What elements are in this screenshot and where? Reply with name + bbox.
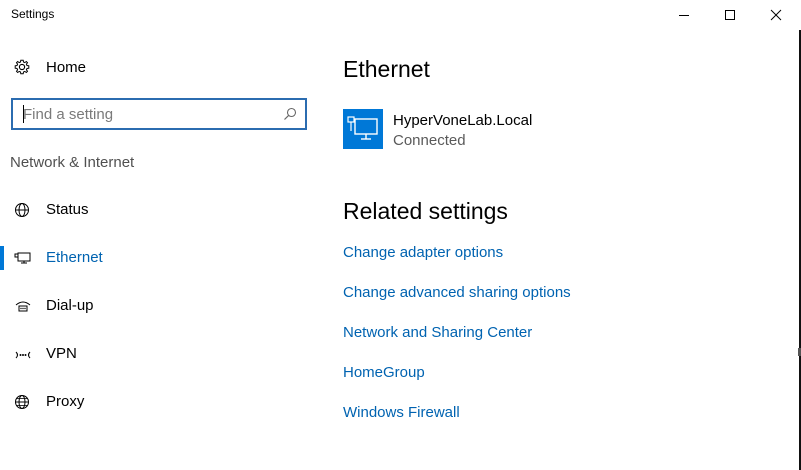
sidebar-item-label: Proxy <box>46 393 85 410</box>
windows-firewall-link[interactable]: Windows Firewall <box>343 404 460 421</box>
sidebar-item-status[interactable]: Status <box>0 190 320 230</box>
search-box[interactable] <box>11 98 307 130</box>
sidebar-item-vpn[interactable]: VPN <box>0 334 320 374</box>
homegroup-link[interactable]: HomeGroup <box>343 364 425 381</box>
globe-status-icon <box>15 203 29 217</box>
connection-tile <box>343 109 383 149</box>
connection-status: Connected <box>393 132 466 149</box>
minimize-icon <box>679 15 689 16</box>
active-indicator <box>0 246 4 270</box>
close-button[interactable] <box>753 0 799 30</box>
close-icon <box>770 9 782 21</box>
sidebar-item-dialup[interactable]: Dial-up <box>0 286 320 326</box>
search-icon[interactable] <box>283 107 297 121</box>
sidebar-item-label: Ethernet <box>46 249 103 266</box>
text-caret <box>23 105 24 123</box>
connection-item[interactable]: HyperVoneLab.Local Connected <box>343 109 763 153</box>
sidebar-item-label: Status <box>46 201 89 218</box>
network-sharing-center-link[interactable]: Network and Sharing Center <box>343 324 532 341</box>
sidebar-item-label: Dial-up <box>46 297 94 314</box>
connection-name: HyperVoneLab.Local <box>393 112 533 129</box>
vpn-icon <box>15 351 31 359</box>
sidebar-item-ethernet[interactable]: Ethernet <box>0 238 320 278</box>
title-bar: Settings <box>0 0 801 30</box>
network-monitor-icon <box>347 116 378 140</box>
section-label: Network & Internet <box>10 154 135 171</box>
globe-icon <box>15 395 29 409</box>
search-input[interactable] <box>13 100 275 128</box>
home-label: Home <box>46 59 87 76</box>
dialup-icon <box>15 301 31 312</box>
minimize-button[interactable] <box>661 0 707 30</box>
sidebar: Home Network & Internet Status Ethernet <box>0 30 320 470</box>
maximize-button[interactable] <box>707 0 753 30</box>
change-advanced-sharing-link[interactable]: Change advanced sharing options <box>343 284 571 301</box>
window-title: Settings <box>11 7 55 21</box>
gear-icon <box>14 59 30 75</box>
sidebar-item-home[interactable]: Home <box>0 52 320 82</box>
related-settings-heading: Related settings <box>343 198 508 224</box>
sidebar-item-label: VPN <box>46 345 77 362</box>
sidebar-item-proxy[interactable]: Proxy <box>0 382 320 422</box>
ethernet-icon <box>14 252 31 264</box>
page-title: Ethernet <box>343 56 430 82</box>
change-adapter-options-link[interactable]: Change adapter options <box>343 244 503 261</box>
maximize-icon <box>725 10 735 20</box>
